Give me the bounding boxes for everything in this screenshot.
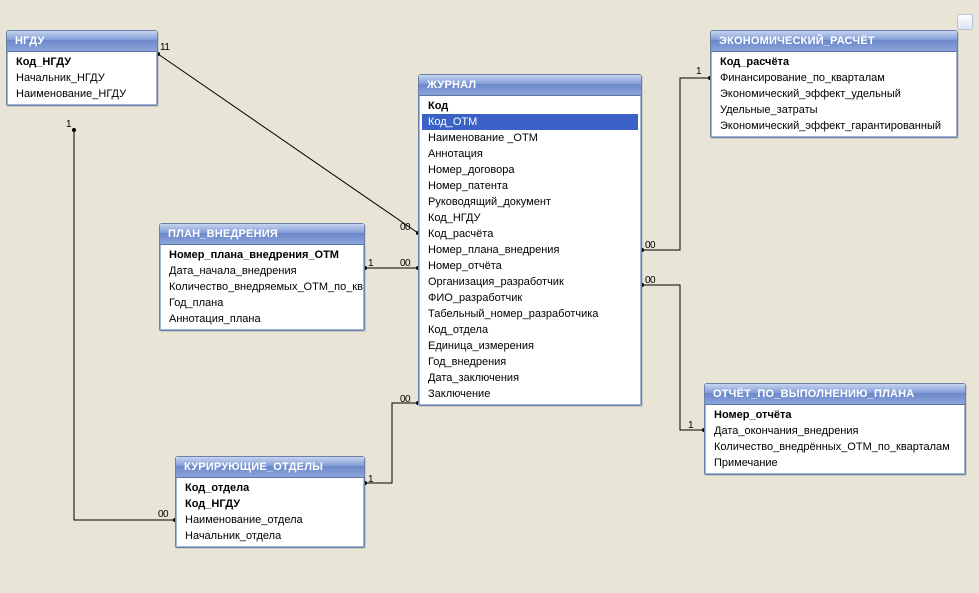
- field-row[interactable]: Код: [422, 98, 638, 114]
- field-row[interactable]: Номер_патента: [422, 178, 638, 194]
- cardinality-label: 00: [645, 275, 655, 286]
- field-row[interactable]: Начальник_отдела: [179, 528, 361, 544]
- cardinality-label: 00: [158, 509, 168, 520]
- field-row[interactable]: Номер_договора: [422, 162, 638, 178]
- field-row[interactable]: Заключение: [422, 386, 638, 402]
- side-control-icon[interactable]: [957, 14, 973, 30]
- field-row[interactable]: Наименование_отдела: [179, 512, 361, 528]
- field-row[interactable]: Примечание: [708, 455, 962, 471]
- field-row[interactable]: ФИО_разработчик: [422, 290, 638, 306]
- field-row[interactable]: Код_отдела: [179, 480, 361, 496]
- field-row[interactable]: Табельный_номер_разработчика: [422, 306, 638, 322]
- field-row[interactable]: Руководящий_документ: [422, 194, 638, 210]
- field-row[interactable]: Код_НГДУ: [10, 54, 154, 70]
- field-row[interactable]: Дата_заключения: [422, 370, 638, 386]
- field-row[interactable]: Номер_плана_внедрения_ОТМ: [163, 247, 361, 263]
- table-title[interactable]: ЖУРНАЛ: [419, 75, 641, 96]
- table-report[interactable]: ОТЧЁТ_ПО_ВЫПОЛНЕНИЮ_ПЛАНАНомер_отчётаДат…: [704, 383, 966, 475]
- table-body: Код_расчётаФинансирование_по_кварталамЭк…: [711, 52, 957, 137]
- field-row[interactable]: Дата_окончания_внедрения: [708, 423, 962, 439]
- table-title[interactable]: ОТЧЁТ_ПО_ВЫПОЛНЕНИЮ_ПЛАНА: [705, 384, 965, 405]
- table-body: КодКод_ОТМНаименование _ОТМАннотацияНоме…: [419, 96, 641, 405]
- table-journal[interactable]: ЖУРНАЛКодКод_ОТМНаименование _ОТМАннотац…: [418, 74, 642, 406]
- field-row[interactable]: Номер_отчёта: [708, 407, 962, 423]
- cardinality-label: 1: [368, 258, 373, 269]
- cardinality-label: 00: [400, 258, 410, 269]
- field-row[interactable]: Наименование _ОТМ: [422, 130, 638, 146]
- table-title[interactable]: КУРИРУЮЩИЕ_ОТДЕЛЫ: [176, 457, 364, 478]
- table-body: Номер_плана_внедрения_ОТМДата_начала_вне…: [160, 245, 364, 330]
- field-row[interactable]: Код_отдела: [422, 322, 638, 338]
- field-row[interactable]: Наименование_НГДУ: [10, 86, 154, 102]
- field-row[interactable]: Количество_внедряемых_ОТМ_по_кв: [163, 279, 361, 295]
- field-row[interactable]: Финансирование_по_кварталам: [714, 70, 954, 86]
- field-row[interactable]: Год_плана: [163, 295, 361, 311]
- table-dept[interactable]: КУРИРУЮЩИЕ_ОТДЕЛЫКод_отделаКод_НГДУНаиме…: [175, 456, 365, 548]
- field-row[interactable]: Организация_разработчик: [422, 274, 638, 290]
- diagram-canvas[interactable]: НГДУКод_НГДУНачальник_НГДУНаименование_Н…: [0, 0, 979, 593]
- table-plan[interactable]: ПЛАН_ВНЕДРЕНИЯНомер_плана_внедрения_ОТМД…: [159, 223, 365, 331]
- field-row[interactable]: Код_расчёта: [422, 226, 638, 242]
- field-row[interactable]: Количество_внедрённых_ОТМ_по_кварталам: [708, 439, 962, 455]
- field-row[interactable]: Номер_отчёта: [422, 258, 638, 274]
- field-row[interactable]: Код_ОТМ: [422, 114, 638, 130]
- table-calc[interactable]: ЭКОНОМИЧЕСКИЙ_РАСЧЁТКод_расчётаФинансиро…: [710, 30, 958, 138]
- table-body: Код_НГДУНачальник_НГДУНаименование_НГДУ: [7, 52, 157, 105]
- field-row[interactable]: Удельные_затраты: [714, 102, 954, 118]
- table-body: Номер_отчётаДата_окончания_внедренияКоли…: [705, 405, 965, 474]
- field-row[interactable]: Экономический_эффект_гарантированный: [714, 118, 954, 134]
- table-title[interactable]: НГДУ: [7, 31, 157, 52]
- field-row[interactable]: Код_НГДУ: [179, 496, 361, 512]
- table-title[interactable]: ЭКОНОМИЧЕСКИЙ_РАСЧЁТ: [711, 31, 957, 52]
- cardinality-label: 1: [696, 66, 701, 77]
- cardinality-label: 11: [160, 42, 169, 53]
- table-body: Код_отделаКод_НГДУНаименование_отделаНач…: [176, 478, 364, 547]
- field-row[interactable]: Начальник_НГДУ: [10, 70, 154, 86]
- cardinality-label: 1: [368, 474, 373, 485]
- field-row[interactable]: Год_внедрения: [422, 354, 638, 370]
- field-row[interactable]: Код_расчёта: [714, 54, 954, 70]
- field-row[interactable]: Единица_измерения: [422, 338, 638, 354]
- field-row[interactable]: Аннотация_плана: [163, 311, 361, 327]
- cardinality-label: 00: [400, 222, 410, 233]
- cardinality-label: 1: [688, 420, 693, 431]
- table-ngdu[interactable]: НГДУКод_НГДУНачальник_НГДУНаименование_Н…: [6, 30, 158, 106]
- cardinality-label: 1: [66, 119, 71, 130]
- cardinality-label: 00: [400, 394, 410, 405]
- field-row[interactable]: Экономический_эффект_удельный: [714, 86, 954, 102]
- table-title[interactable]: ПЛАН_ВНЕДРЕНИЯ: [160, 224, 364, 245]
- field-row[interactable]: Дата_начала_внедрения: [163, 263, 361, 279]
- cardinality-label: 00: [645, 240, 655, 251]
- field-row[interactable]: Код_НГДУ: [422, 210, 638, 226]
- field-row[interactable]: Аннотация: [422, 146, 638, 162]
- field-row[interactable]: Номер_плана_внедрения: [422, 242, 638, 258]
